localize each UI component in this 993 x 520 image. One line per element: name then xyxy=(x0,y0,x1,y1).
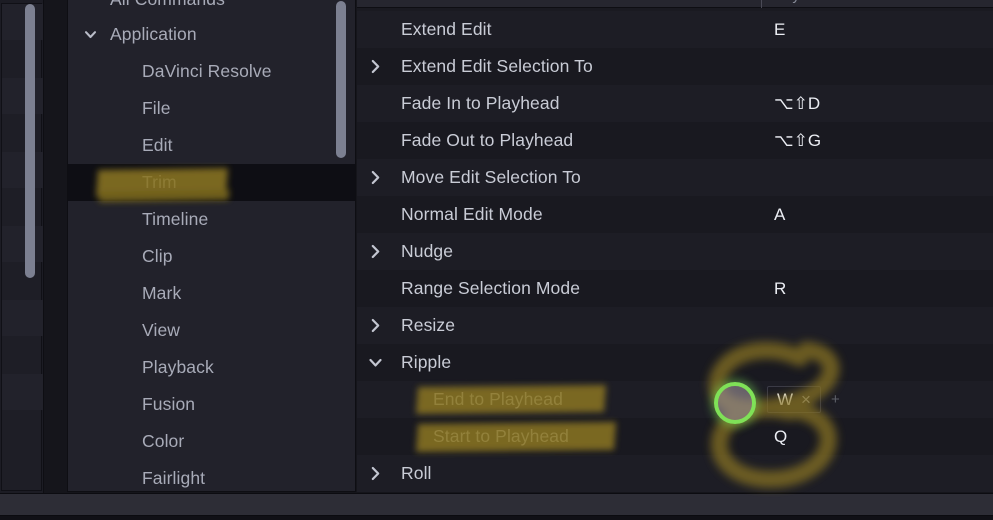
command-name: Resize xyxy=(401,315,456,335)
command-row[interactable]: Extend Edit E xyxy=(357,11,993,48)
sidebar-item-mark[interactable]: Mark xyxy=(68,275,355,312)
sidebar-item-label: Clip xyxy=(142,246,173,266)
sidebar-item-label: Fusion xyxy=(142,394,196,414)
command-name: Start to Playhead xyxy=(433,426,569,446)
sidebar-item-label: Playback xyxy=(142,357,214,377)
command-name: Roll xyxy=(401,463,432,483)
shortcut-value: E xyxy=(774,19,786,39)
command-name: Ripple xyxy=(401,352,452,372)
command-name: Normal Edit Mode xyxy=(401,204,543,224)
sidebar-item-view[interactable]: View xyxy=(68,312,355,349)
sidebar-item-label: View xyxy=(142,320,181,340)
window-footer-bar xyxy=(0,493,993,516)
sidebar-item-label: All Commands xyxy=(110,0,225,10)
shortcut-value: A xyxy=(774,204,786,224)
sidebar-item-label: Color xyxy=(142,431,185,451)
command-row[interactable]: Ripple xyxy=(357,344,993,381)
command-name: Range Selection Mode xyxy=(401,278,581,298)
chevron-right-icon[interactable] xyxy=(366,48,385,85)
sidebar-item-trim[interactable]: Trim xyxy=(68,164,355,201)
shortcut-value: Q xyxy=(774,426,788,446)
command-row[interactable]: Fade Out to Playhead ⌥⇧G xyxy=(357,122,993,159)
sidebar-item-color[interactable]: Color xyxy=(68,423,355,460)
chevron-right-icon[interactable] xyxy=(366,455,385,492)
sidebar-item-label: DaVinci Resolve xyxy=(142,61,272,81)
sidebar-item-davinci-resolve[interactable]: DaVinci Resolve xyxy=(68,53,355,90)
outer-scrollbar-thumb[interactable] xyxy=(25,4,35,278)
command-row[interactable]: Range Selection Mode R xyxy=(357,270,993,307)
shortcut-value: R xyxy=(774,278,787,298)
sidebar-item-playback[interactable]: Playback xyxy=(68,349,355,386)
sidebar-item-label: Trim xyxy=(142,172,177,192)
sidebar-item-file[interactable]: File xyxy=(68,90,355,127)
mouse-cursor-ring xyxy=(714,382,756,424)
outer-scrollbar-track[interactable] xyxy=(22,0,40,495)
column-divider xyxy=(761,0,762,8)
command-name: Move Edit Selection To xyxy=(401,167,581,187)
chevron-right-icon[interactable] xyxy=(366,233,385,270)
category-sidebar-scrollport: All Commands Application DaVinci Resolve Fi… xyxy=(68,0,355,491)
remove-shortcut-icon[interactable]: × xyxy=(801,391,811,408)
command-row[interactable]: Start to Playhead Q xyxy=(357,418,993,455)
command-name: Nudge xyxy=(401,241,454,261)
commands-table-header: Command Keyboard xyxy=(357,0,993,8)
panel-gutter xyxy=(44,0,67,495)
command-row[interactable]: Resize xyxy=(357,307,993,344)
sidebar-scrollbar-thumb[interactable] xyxy=(336,1,346,158)
sidebar-item-clip[interactable]: Clip xyxy=(68,238,355,275)
sidebar-item-label: Mark xyxy=(142,283,182,303)
shortcut-value: ⌥⇧G xyxy=(774,130,822,150)
sidebar-item-label: File xyxy=(142,98,171,118)
command-name: Fade Out to Playhead xyxy=(401,130,574,150)
shortcut-chip-label: W xyxy=(777,390,794,409)
shortcut-value: ⌥⇧D xyxy=(774,93,821,113)
chevron-down-icon[interactable] xyxy=(82,16,99,53)
command-name: End to Playhead xyxy=(433,389,563,409)
sidebar-item-fusion[interactable]: Fusion xyxy=(68,386,355,423)
command-row[interactable]: Normal Edit Mode A xyxy=(357,196,993,233)
sidebar-item-timeline[interactable]: Timeline xyxy=(68,201,355,238)
sidebar-item-label: Application xyxy=(110,24,197,44)
command-row[interactable]: Move Edit Selection To xyxy=(357,159,993,196)
command-row[interactable]: Fade In to Playhead ⌥⇧D xyxy=(357,85,993,122)
chevron-down-icon[interactable] xyxy=(366,344,385,381)
command-row[interactable]: Roll xyxy=(357,455,993,492)
sidebar-item-edit[interactable]: Edit xyxy=(68,127,355,164)
column-header-keyboard: Keyboard xyxy=(774,0,838,4)
command-row[interactable]: End to Playhead W × + xyxy=(357,381,993,418)
chevron-right-icon[interactable] xyxy=(366,159,385,196)
shortcut-chip[interactable]: W × xyxy=(767,386,821,413)
command-name: Extend Edit xyxy=(401,19,492,39)
command-name: Fade In to Playhead xyxy=(401,93,560,113)
category-sidebar: All Commands Application DaVinci Resolve Fi… xyxy=(67,0,356,492)
sidebar-item-label: Timeline xyxy=(142,209,209,229)
commands-table: Command Keyboard Extend EditEExtend Edit… xyxy=(357,0,993,492)
column-header-command: Command xyxy=(401,0,470,4)
command-row[interactable]: Extend Edit Selection To xyxy=(357,48,993,85)
sidebar-item-label: Fairlight xyxy=(142,468,206,488)
sidebar-item-label: Edit xyxy=(142,135,173,155)
command-row[interactable]: Nudge xyxy=(357,233,993,270)
chevron-right-icon[interactable] xyxy=(366,307,385,344)
command-name: Extend Edit Selection To xyxy=(401,56,593,76)
sidebar-item-fairlight[interactable]: Fairlight xyxy=(68,460,355,491)
keyboard-customization-window: All Commands Application DaVinci Resolve Fi… xyxy=(0,0,993,520)
window-bottom-edge xyxy=(0,516,993,520)
sidebar-item-application[interactable]: Application xyxy=(68,16,355,53)
add-shortcut-button[interactable]: + xyxy=(831,392,840,407)
